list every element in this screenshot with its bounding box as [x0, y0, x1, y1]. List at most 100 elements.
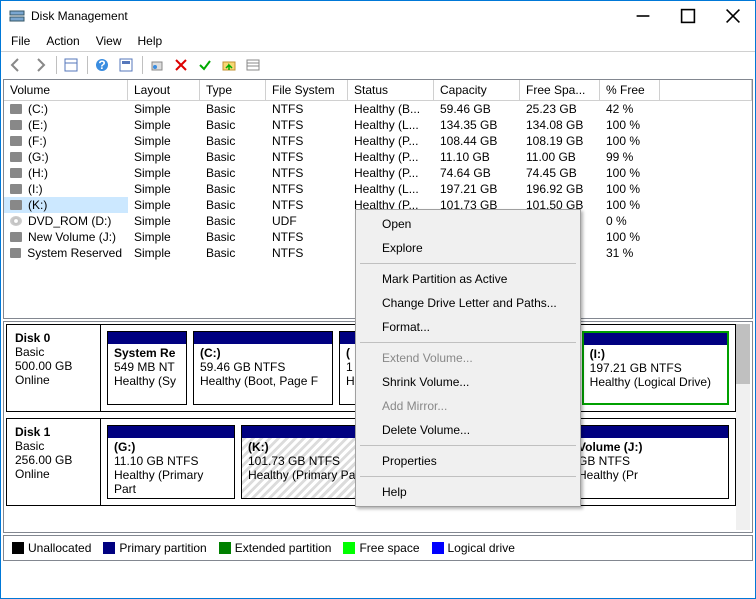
- col-pct[interactable]: % Free: [600, 80, 660, 101]
- help-button[interactable]: ?: [91, 54, 113, 76]
- context-menu: Open Explore Mark Partition as Active Ch…: [355, 209, 581, 507]
- cell-type: Basic: [200, 149, 266, 165]
- menu-action[interactable]: Action: [38, 32, 87, 50]
- separator: [142, 56, 143, 74]
- cell-type: Basic: [200, 197, 266, 213]
- disk-size: 256.00 GB: [15, 453, 92, 467]
- cell-status: Healthy (L...: [348, 181, 434, 197]
- col-fs[interactable]: File System: [266, 80, 348, 101]
- check-button[interactable]: [194, 54, 216, 76]
- cell-vol: (E:): [4, 117, 128, 133]
- ctx-shrink[interactable]: Shrink Volume...: [358, 370, 578, 394]
- col-status[interactable]: Status: [348, 80, 434, 101]
- cell-pct: 0 %: [600, 213, 660, 229]
- minimize-button[interactable]: [620, 1, 665, 31]
- cell-pct: 99 %: [600, 149, 660, 165]
- ctx-change-letter[interactable]: Change Drive Letter and Paths...: [358, 291, 578, 315]
- ctx-open[interactable]: Open: [358, 212, 578, 236]
- cell-free: 108.19 GB: [520, 133, 600, 149]
- ctx-format[interactable]: Format...: [358, 315, 578, 339]
- menu-help[interactable]: Help: [130, 32, 171, 50]
- disk-status: Online: [15, 373, 92, 387]
- col-type[interactable]: Type: [200, 80, 266, 101]
- table-row[interactable]: (E:)SimpleBasicNTFSHealthy (L...134.35 G…: [4, 117, 752, 133]
- scrollbar[interactable]: [736, 324, 750, 530]
- cell-type: Basic: [200, 229, 266, 245]
- volume-icon: [10, 104, 22, 114]
- volume-i[interactable]: (I:)197.21 GB NTFSHealthy (Logical Drive…: [582, 331, 729, 405]
- volume-icon: [10, 152, 22, 162]
- col-layout[interactable]: Layout: [128, 80, 200, 101]
- delete-button[interactable]: [170, 54, 192, 76]
- disk-1-label[interactable]: Disk 1 Basic 256.00 GB Online: [7, 419, 101, 505]
- cell-vol: System Reserved: [4, 245, 128, 261]
- ctx-mark-active[interactable]: Mark Partition as Active: [358, 267, 578, 291]
- volume-icon: [10, 120, 22, 130]
- cell-vol: (I:): [4, 181, 128, 197]
- col-capacity[interactable]: Capacity: [434, 80, 520, 101]
- disk-size: 500.00 GB: [15, 359, 92, 373]
- cell-fs: NTFS: [266, 149, 348, 165]
- table-row[interactable]: (F:)SimpleBasicNTFSHealthy (P...108.44 G…: [4, 133, 752, 149]
- cell-status: Healthy (P...: [348, 149, 434, 165]
- legend-primary: Primary partition: [103, 541, 206, 555]
- cell-cap: 197.21 GB: [434, 181, 520, 197]
- show-hide-button[interactable]: [60, 54, 82, 76]
- volume-g[interactable]: (G:)11.10 GB NTFSHealthy (Primary Part: [107, 425, 235, 499]
- close-button[interactable]: [710, 1, 755, 31]
- back-button[interactable]: [5, 54, 27, 76]
- cell-layout: Simple: [128, 101, 200, 117]
- disk-name: Disk 0: [15, 331, 92, 345]
- legend: Unallocated Primary partition Extended p…: [3, 535, 753, 561]
- cell-cap: 59.46 GB: [434, 101, 520, 117]
- table-row[interactable]: (C:)SimpleBasicNTFSHealthy (B...59.46 GB…: [4, 101, 752, 117]
- toolbar: ?: [1, 51, 755, 77]
- volume-system-reserved[interactable]: System Re549 MB NTHealthy (Sy: [107, 331, 187, 405]
- separator: [360, 263, 576, 264]
- cell-layout: Simple: [128, 181, 200, 197]
- volume-icon: [10, 200, 22, 210]
- ctx-explore[interactable]: Explore: [358, 236, 578, 260]
- maximize-button[interactable]: [665, 1, 710, 31]
- cell-fs: NTFS: [266, 101, 348, 117]
- cell-status: Healthy (L...: [348, 117, 434, 133]
- volume-c[interactable]: (C:)59.46 GB NTFSHealthy (Boot, Page F: [193, 331, 333, 405]
- cell-vol: (C:): [4, 101, 128, 117]
- ctx-mirror: Add Mirror...: [358, 394, 578, 418]
- folder-button[interactable]: [218, 54, 240, 76]
- forward-button[interactable]: [29, 54, 51, 76]
- disk-type: Basic: [15, 439, 92, 453]
- ctx-help[interactable]: Help: [358, 480, 578, 504]
- cell-pct: 100 %: [600, 117, 660, 133]
- col-volume[interactable]: Volume: [4, 80, 128, 101]
- ctx-properties[interactable]: Properties: [358, 449, 578, 473]
- cell-cap: 108.44 GB: [434, 133, 520, 149]
- legend-extended: Extended partition: [219, 541, 332, 555]
- menu-file[interactable]: File: [3, 32, 38, 50]
- volume-j[interactable]: Volume (J:)GB NTFSHealthy (Pr: [571, 425, 729, 499]
- disk-0-label[interactable]: Disk 0 Basic 500.00 GB Online: [7, 325, 101, 411]
- volume-icon: [10, 232, 22, 242]
- table-row[interactable]: (H:)SimpleBasicNTFSHealthy (P...74.64 GB…: [4, 165, 752, 181]
- cell-free: 25.23 GB: [520, 101, 600, 117]
- cell-vol: (K:): [4, 197, 128, 213]
- table-row[interactable]: (G:)SimpleBasicNTFSHealthy (P...11.10 GB…: [4, 149, 752, 165]
- cell-pct: 100 %: [600, 165, 660, 181]
- cell-free: 74.45 GB: [520, 165, 600, 181]
- list-button[interactable]: [242, 54, 264, 76]
- col-free[interactable]: Free Spa...: [520, 80, 600, 101]
- table-row[interactable]: (I:)SimpleBasicNTFSHealthy (L...197.21 G…: [4, 181, 752, 197]
- settings-button[interactable]: [146, 54, 168, 76]
- cell-pct: 100 %: [600, 229, 660, 245]
- refresh-button[interactable]: [115, 54, 137, 76]
- cell-layout: Simple: [128, 245, 200, 261]
- cell-layout: Simple: [128, 165, 200, 181]
- cell-vol: (G:): [4, 149, 128, 165]
- legend-free: Free space: [343, 541, 419, 555]
- volume-icon: [10, 168, 22, 178]
- cell-type: Basic: [200, 181, 266, 197]
- cell-status: Healthy (P...: [348, 133, 434, 149]
- cell-pct: 100 %: [600, 133, 660, 149]
- menu-view[interactable]: View: [88, 32, 130, 50]
- ctx-delete[interactable]: Delete Volume...: [358, 418, 578, 442]
